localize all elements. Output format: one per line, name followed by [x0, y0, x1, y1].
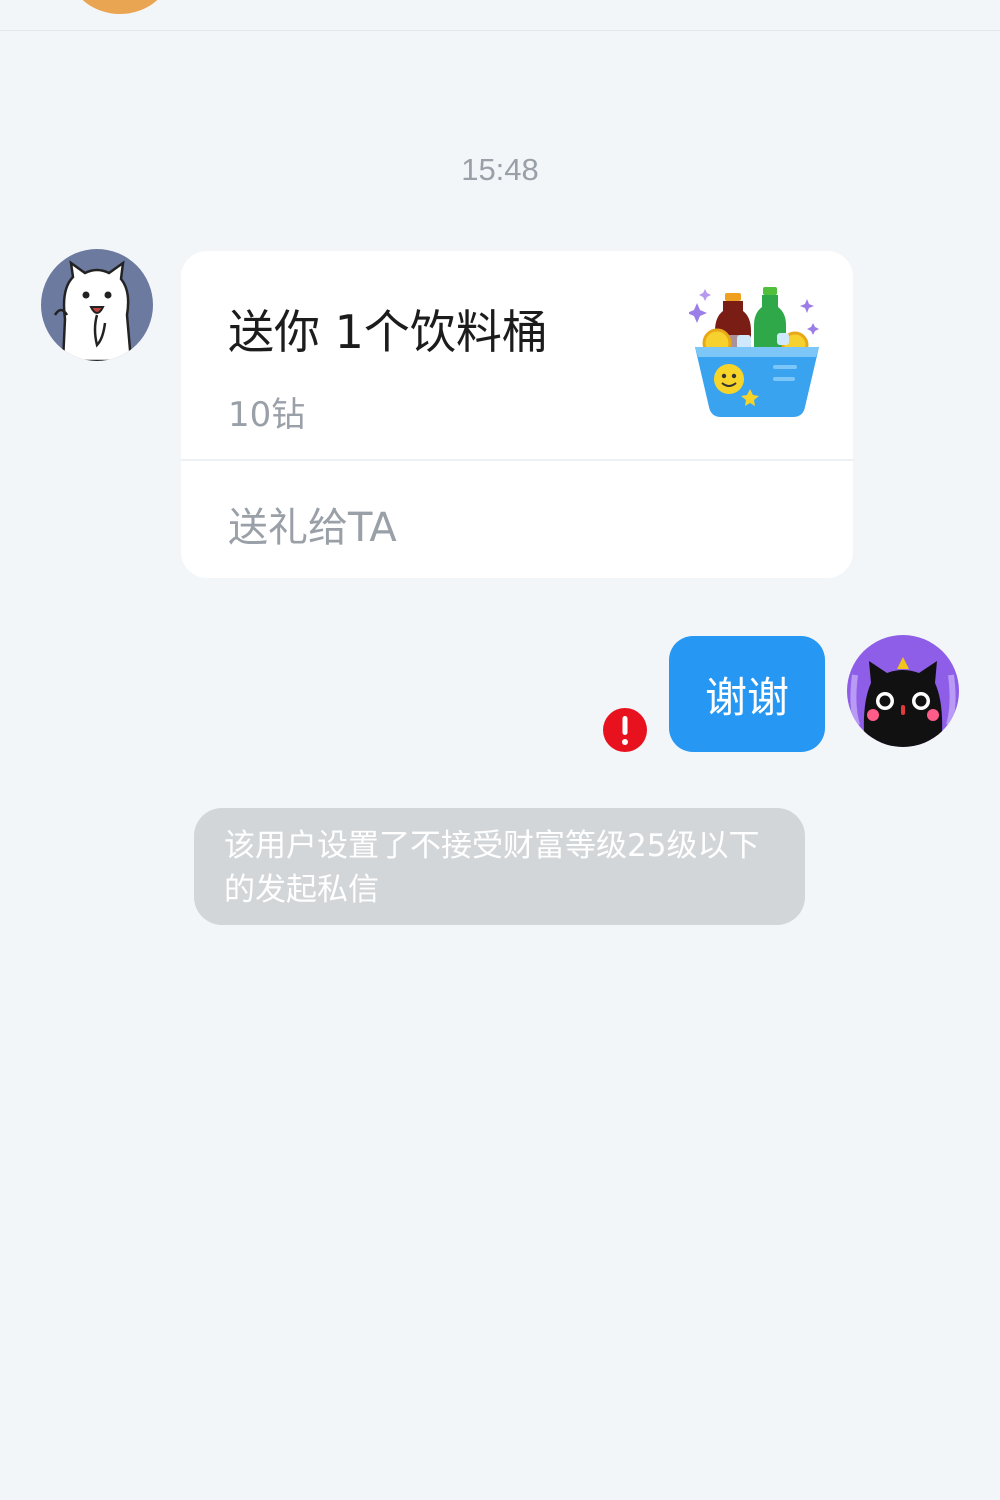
send-gift-button[interactable]: 送礼给TA [228, 495, 397, 553]
top-avatar[interactable] [70, 0, 170, 14]
white-cat-avatar-icon [53, 260, 133, 361]
sender-avatar[interactable] [41, 249, 153, 361]
outgoing-message-bubble[interactable]: 谢谢 [669, 636, 825, 752]
top-bar [0, 0, 1000, 31]
gift-price: 10钻 [228, 395, 306, 435]
error-icon[interactable] [602, 707, 648, 753]
gift-card[interactable]: 送你 1个饮料桶 10钻 送礼给TA [181, 251, 853, 578]
message-timestamp: 15:48 [461, 152, 539, 187]
system-notice: 该用户设置了不接受财富等级25级以下的发起私信 [194, 808, 805, 925]
gift-card-divider [181, 459, 853, 461]
black-cat-avatar-icon [850, 657, 956, 747]
self-avatar[interactable] [847, 635, 959, 747]
gift-title: 送你 1个饮料桶 [228, 305, 548, 359]
drink-bucket-icon [689, 287, 819, 417]
